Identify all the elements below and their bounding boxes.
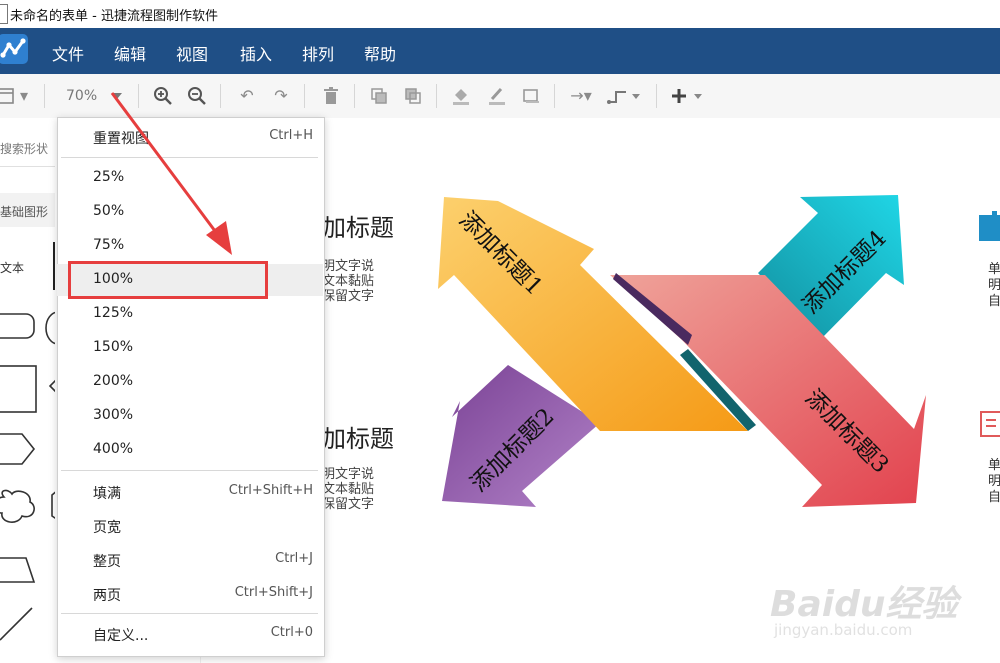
menu-item-label: 200% [93, 373, 134, 389]
menu-item-zoom-125[interactable]: 125% [57, 298, 323, 330]
toolbar-divider [138, 84, 139, 108]
zoom-in-icon[interactable] [152, 86, 174, 106]
text-block-body[interactable]: 明文字说 文本黏贴 保留文字 [322, 259, 374, 304]
menu-divider [61, 157, 318, 158]
menu-item-shortcut: Ctrl+H [269, 128, 313, 143]
menu-item-label: 两页 [93, 588, 121, 604]
menu-item-zoom-150[interactable]: 150% [57, 332, 323, 364]
bring-front-icon[interactable] [368, 86, 390, 106]
body-line: 自 [988, 294, 1000, 309]
menu-arrange[interactable]: 排列 [302, 41, 334, 65]
body-line: 单 [988, 262, 1000, 277]
body-line: 文本黏贴 [322, 482, 375, 497]
redo-icon[interactable]: ↷ [270, 86, 292, 106]
window-title: 未命名的表单 - 迅捷流程图制作软件 [10, 9, 218, 24]
text-block-heading[interactable]: 加标题 [322, 208, 394, 243]
body-line: 文本黏贴 [322, 274, 375, 289]
text-block-body[interactable]: 明文字说 文本黏贴 保留文字 [322, 467, 374, 512]
menu-view[interactable]: 视图 [176, 41, 208, 65]
side-text-block[interactable]: 单 明 自 [988, 262, 1000, 310]
menu-item-two-pages[interactable]: 两页 Ctrl+Shift+J [57, 578, 323, 610]
menu-item-label: 自定义... [93, 628, 149, 644]
menu-item-shortcut: Ctrl+0 [270, 625, 313, 640]
menu-file[interactable]: 文件 [52, 41, 84, 65]
text-shape[interactable]: 文本 [0, 259, 24, 276]
zoom-dropdown-caret-icon[interactable] [112, 93, 122, 99]
window-icon [0, 4, 8, 24]
toolbar-divider [656, 84, 657, 108]
menu-item-zoom-100[interactable]: 100% [57, 264, 323, 296]
toolbar-divider [436, 84, 437, 108]
menu-item-zoom-50[interactable]: 50% [57, 196, 323, 228]
chevron-down-icon[interactable]: ▾ [18, 86, 30, 106]
menu-divider [61, 613, 318, 614]
divider [0, 166, 55, 167]
send-back-icon[interactable] [402, 86, 424, 106]
body-line: 明 [988, 278, 1000, 293]
menu-item-zoom-25[interactable]: 25% [57, 162, 323, 194]
body-line: 自 [988, 490, 1000, 505]
zoom-out-icon[interactable] [186, 86, 208, 106]
doc-icon [976, 211, 1000, 245]
zoom-level[interactable]: 70% [66, 88, 97, 104]
app-logo-icon[interactable] [0, 34, 28, 64]
four-arrow-diagram[interactable]: 添加标题1 添加标题2 添加标题3 添加标题4 [430, 185, 940, 525]
menu-item-label: 页宽 [93, 520, 121, 536]
shadow-icon[interactable] [520, 86, 542, 106]
menu-item-shortcut: Ctrl+J [275, 551, 313, 566]
toolbar-divider [304, 84, 305, 108]
toolbar-divider [44, 84, 45, 108]
menu-item-label: 150% [93, 339, 134, 355]
body-line: 保留文字 [322, 497, 375, 512]
shape-section-label: 基础图形 [0, 205, 49, 219]
menu-item-fill[interactable]: 填满 Ctrl+Shift+H [57, 476, 323, 508]
menu-item-page-width[interactable]: 页宽 [57, 510, 323, 542]
menu-item-label: 100% [93, 271, 134, 287]
menu-help[interactable]: 帮助 [364, 41, 396, 65]
menu-item-zoom-400[interactable]: 400% [57, 434, 323, 466]
menu-edit[interactable]: 编辑 [114, 41, 146, 65]
line-color-icon[interactable] [486, 86, 508, 106]
text-block-heading[interactable]: 加标题 [322, 419, 394, 454]
shape-search-input[interactable]: 搜索形状 [0, 140, 48, 157]
fill-color-icon[interactable] [450, 86, 472, 106]
menu-item-label: 25% [93, 169, 125, 185]
body-line: 明文字说 [322, 259, 375, 274]
menu-insert[interactable]: 插入 [240, 41, 272, 65]
add-shape-icon[interactable] [668, 86, 708, 106]
title-bar: 未命名的表单 - 迅捷流程图制作软件 [0, 0, 1000, 29]
side-text-block[interactable]: 单 明 自 [988, 458, 1000, 506]
toolbar-divider [220, 84, 221, 108]
menu-item-label: 75% [93, 237, 125, 253]
menu-item-reset-view[interactable]: 重置视图 Ctrl+H [57, 121, 323, 153]
menu-item-shortcut: Ctrl+Shift+H [228, 483, 313, 498]
page-view-icon[interactable] [0, 86, 18, 106]
body-line: 明 [988, 474, 1000, 489]
menu-item-label: 重置视图 [93, 131, 149, 147]
waypoint-style-icon[interactable] [606, 86, 644, 106]
connector-style-icon[interactable]: →▾ [566, 86, 596, 106]
menu-item-whole-page[interactable]: 整页 Ctrl+J [57, 544, 323, 576]
body-line: 保留文字 [322, 289, 375, 304]
toolbar-divider [354, 84, 355, 108]
menu-item-zoom-300[interactable]: 300% [57, 400, 323, 432]
undo-icon[interactable]: ↶ [236, 86, 258, 106]
menu-item-label: 填满 [93, 486, 121, 502]
menu-item-label: 50% [93, 203, 125, 219]
menu-item-shortcut: Ctrl+Shift+J [234, 585, 313, 600]
menu-item-label: 整页 [93, 554, 121, 570]
menu-item-label: 400% [93, 441, 134, 457]
menu-bar [0, 28, 1000, 74]
toolbar-divider [554, 84, 555, 108]
body-line: 单 [988, 458, 1000, 473]
menu-item-custom[interactable]: 自定义... Ctrl+0 [57, 618, 323, 650]
body-line: 明文字说 [322, 467, 375, 482]
menu-item-zoom-200[interactable]: 200% [57, 366, 323, 398]
menu-divider [61, 470, 318, 471]
delete-icon[interactable] [320, 86, 342, 106]
menu-item-zoom-75[interactable]: 75% [57, 230, 323, 262]
list-icon [980, 411, 1000, 441]
menu-item-label: 125% [93, 305, 134, 321]
menu-item-label: 300% [93, 407, 134, 423]
